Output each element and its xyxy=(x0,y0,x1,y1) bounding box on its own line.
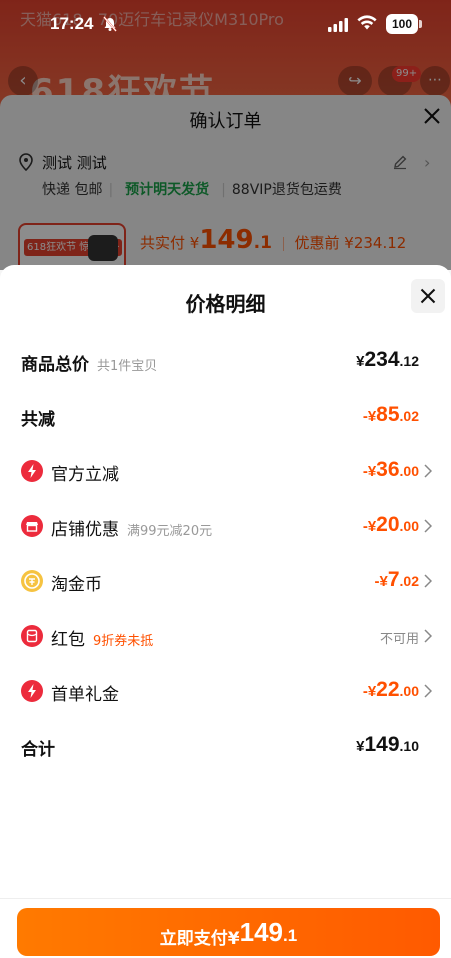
price-row-subtotal: 商品总价 共1件宝贝 ¥234.12 xyxy=(0,346,451,376)
lightning-icon xyxy=(21,680,43,702)
row-label: 官方立减 xyxy=(51,465,119,485)
row-label: 首单礼金 xyxy=(51,685,119,705)
chevron-right-icon xyxy=(424,463,433,482)
row-label: 合计 xyxy=(21,740,55,760)
chevron-right-icon xyxy=(424,573,433,592)
close-icon xyxy=(420,288,436,304)
wifi-icon xyxy=(356,15,378,35)
shop-icon xyxy=(21,515,43,537)
row-amount: -¥22.00 xyxy=(362,678,419,701)
pay-button-label: 立即支付 xyxy=(159,929,228,949)
chevron-right-icon xyxy=(424,518,433,537)
row-note: 9折券未抵 xyxy=(93,634,154,649)
price-row-first-order-bonus[interactable]: 首单礼金 -¥22.00 xyxy=(0,676,451,706)
chevron-right-icon xyxy=(424,683,433,702)
row-note: 共1件宝贝 xyxy=(97,359,158,374)
price-row-official-discount[interactable]: 官方立减 -¥36.00 xyxy=(0,456,451,486)
status-time: 17:24 xyxy=(50,14,94,33)
battery-indicator: 100 xyxy=(386,14,418,34)
row-amount: 不可用 xyxy=(379,632,419,647)
row-amount: -¥85.02 xyxy=(362,403,419,426)
battery-tip xyxy=(419,20,422,28)
row-amount: -¥20.00 xyxy=(362,513,419,536)
lightning-icon xyxy=(21,460,43,482)
row-amount: ¥234.12 xyxy=(356,348,419,371)
status-bar: 17:24 100 xyxy=(0,0,451,50)
row-note: 满99元减20元 xyxy=(127,524,213,539)
row-amount: ¥149.10 xyxy=(356,733,419,756)
pay-now-button[interactable]: 立即支付¥149.1 xyxy=(17,908,440,956)
signal-icon xyxy=(328,17,348,36)
price-row-total: 合计 ¥149.10 xyxy=(0,731,451,761)
red-packet-icon xyxy=(21,625,43,647)
coin-icon xyxy=(21,570,43,592)
price-row-taojinbi[interactable]: 淘金币 -¥7.02 xyxy=(0,566,451,596)
row-label: 店铺优惠 满99元减20元 xyxy=(51,520,213,540)
pay-button-currency: ¥ xyxy=(227,929,240,949)
chevron-right-icon xyxy=(424,628,433,647)
row-label: 淘金币 xyxy=(51,575,102,595)
pay-button-dec: .1 xyxy=(283,926,298,945)
price-row-red-packet[interactable]: 红包 9折券未抵 不可用 xyxy=(0,621,451,651)
bottom-action-bar: 立即支付¥149.1 xyxy=(0,898,451,958)
row-label: 商品总价 共1件宝贝 xyxy=(21,355,158,375)
row-amount: -¥7.02 xyxy=(374,568,420,591)
row-label: 共减 xyxy=(21,410,55,430)
row-label: 红包 9折券未抵 xyxy=(51,630,154,650)
price-row-shop-discount[interactable]: 店铺优惠 满99元减20元 -¥20.00 xyxy=(0,511,451,541)
mute-bell-icon xyxy=(102,16,118,36)
price-detail-title: 价格明细 xyxy=(185,292,266,316)
price-row-total-discount: 共减 -¥85.02 xyxy=(0,401,451,431)
pay-button-int: 149 xyxy=(239,917,284,947)
price-detail-sheet: 价格明细 商品总价 共1件宝贝 ¥234.12 共减 -¥85.02 官方立减 -… xyxy=(0,265,451,958)
row-amount: -¥36.00 xyxy=(362,458,419,481)
close-button[interactable] xyxy=(411,279,445,313)
